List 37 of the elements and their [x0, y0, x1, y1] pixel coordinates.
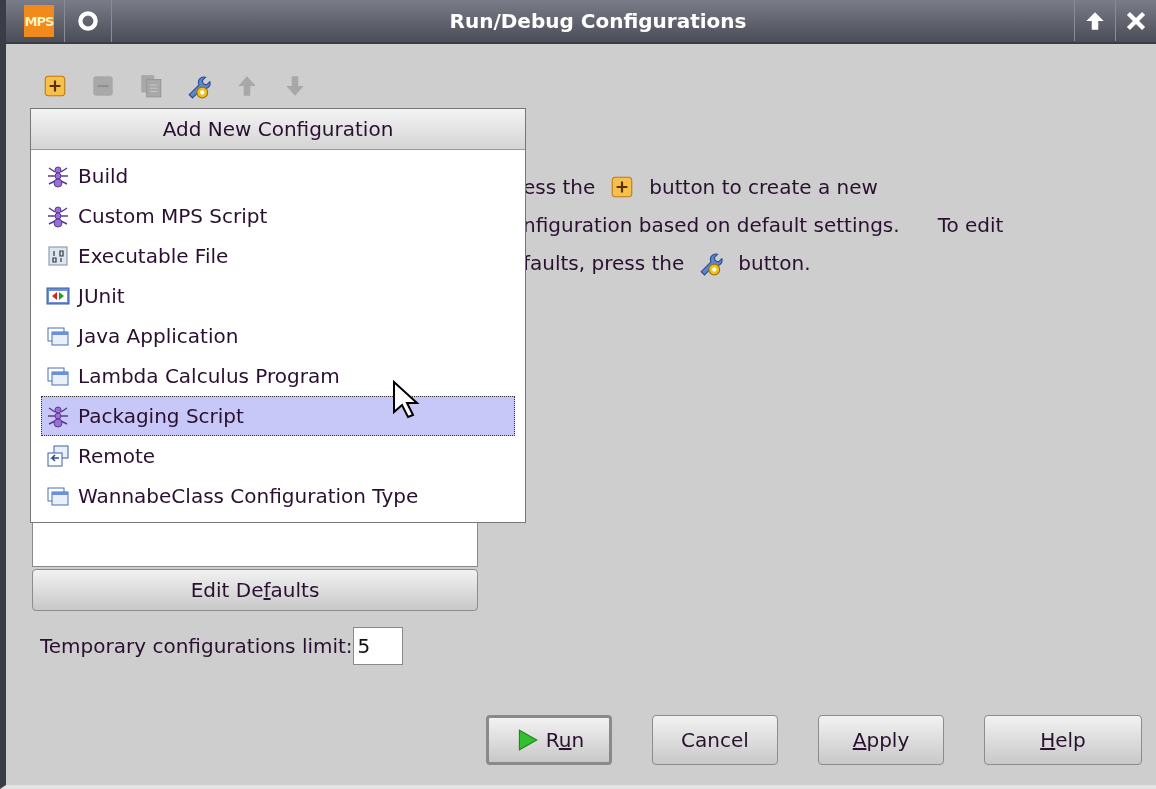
dialog-button[interactable]: Cancel: [652, 715, 778, 765]
hint-text: To edit: [937, 213, 1004, 237]
wrench-icon[interactable]: [186, 73, 212, 99]
mouse-pointer-icon: [392, 380, 422, 420]
menu-item[interactable]: Java Application: [41, 316, 515, 356]
menu-item[interactable]: Lambda Calculus Program: [41, 356, 515, 396]
menu-item[interactable]: Packaging Script: [41, 396, 515, 436]
window-icon: [46, 364, 70, 388]
window-arrows-icon: [46, 284, 70, 308]
hint-text: nfiguration based on default settings.: [523, 213, 900, 237]
dialog-button[interactable]: Apply: [818, 715, 944, 765]
menu-item[interactable]: Remote: [41, 436, 515, 476]
window-title: Run/Debug Configurations: [448, 9, 748, 33]
hint-text: button to create a new: [649, 175, 878, 199]
menu-item[interactable]: Executable File: [41, 236, 515, 276]
window-menu-icon[interactable]: [75, 8, 101, 34]
hint-text: button.: [738, 251, 811, 275]
limit-label: Temporary configurations limit:: [40, 634, 353, 658]
binary-file-icon: [46, 244, 70, 268]
window-icon: [46, 324, 70, 348]
menu-title: Add New Configuration: [31, 109, 525, 150]
window-icon: [46, 484, 70, 508]
menu-item[interactable]: JUnit: [41, 276, 515, 316]
remote-window-icon: [46, 444, 70, 468]
edit-defaults-button[interactable]: Edit Defaults: [32, 569, 478, 611]
dialog-button[interactable]: Run: [486, 715, 612, 765]
app-logo: MPS: [24, 5, 54, 37]
bug-icon: [46, 164, 70, 188]
limit-field[interactable]: 5: [352, 627, 403, 665]
wrench-icon: [698, 250, 725, 276]
bug-icon: [46, 404, 70, 428]
menu-item[interactable]: Custom MPS Script: [41, 196, 515, 236]
bug-icon: [46, 204, 70, 228]
menu-item[interactable]: Build: [41, 156, 515, 196]
menu-item[interactable]: WannabeClass Configuration Type: [41, 476, 515, 516]
add-icon[interactable]: [42, 73, 68, 99]
dialog-button[interactable]: Help: [984, 715, 1142, 765]
